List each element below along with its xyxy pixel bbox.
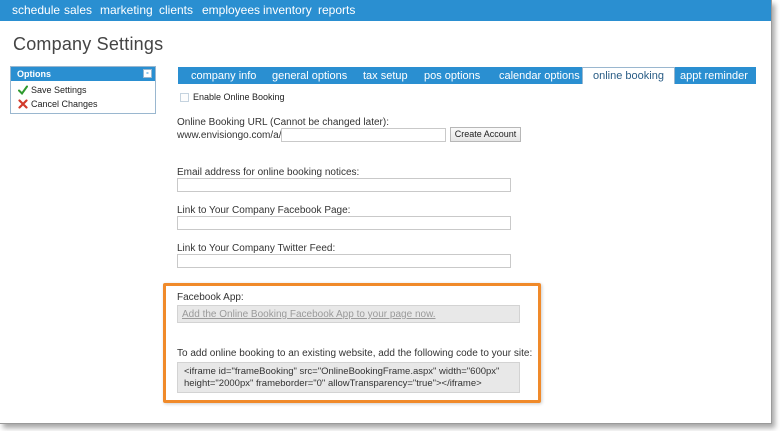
options-panel-header: Options - [11,67,155,81]
twitter-feed-label: Link to Your Company Twitter Feed: [177,243,336,254]
tab-pos-options[interactable]: pos options [424,67,480,84]
facebook-page-label: Link to Your Company Facebook Page: [177,205,351,216]
tab-company-info[interactable]: company info [191,67,256,84]
options-panel: Options - Save Settings Cancel Changes [10,66,156,114]
nav-marketing[interactable]: marketing [100,3,153,18]
cancel-changes-button[interactable]: Cancel Changes [18,99,98,109]
nav-clients[interactable]: clients [159,3,193,18]
nav-employees[interactable]: employees [202,3,260,18]
facebook-app-link-box: Add the Online Booking Facebook App to y… [177,305,520,323]
green-checkmark-icon [18,85,28,95]
cancel-changes-label: Cancel Changes [31,99,98,109]
email-input[interactable] [177,178,511,192]
enable-online-booking-label: Enable Online Booking [193,92,285,102]
options-panel-title: Options [17,69,51,79]
enable-online-booking-row: Enable Online Booking [180,92,285,102]
add-facebook-app-link[interactable]: Add the Online Booking Facebook App to y… [182,309,436,320]
embed-code-line-1: <iframe id="frameBooking" src="OnlineBoo… [184,366,500,377]
app-window: schedule sales marketing clients employe… [0,0,772,424]
facebook-app-label: Facebook App: [177,292,244,303]
twitter-feed-input[interactable] [177,254,511,268]
save-settings-label: Save Settings [31,85,87,95]
email-label: Email address for online booking notices… [177,167,360,178]
tab-general-options[interactable]: general options [272,67,347,84]
top-nav-bar: schedule sales marketing clients employe… [0,0,771,21]
booking-url-input[interactable] [281,128,446,142]
nav-schedule[interactable]: schedule [12,3,60,18]
embed-code-line-2: height="2000px" frameborder="0" allowTra… [184,378,482,389]
tab-appt-reminder[interactable]: appt reminder [680,67,748,84]
enable-online-booking-checkbox[interactable] [180,92,189,102]
booking-url-prefix: www.envisiongo.com/a/ [177,130,282,141]
tab-calendar-options[interactable]: calendar options [499,67,580,84]
tab-tax-setup[interactable]: tax setup [363,67,408,84]
settings-tab-bar: company info general options tax setup p… [178,67,756,84]
tab-online-booking[interactable]: online booking [582,67,675,84]
embed-code-box[interactable]: <iframe id="frameBooking" src="OnlineBoo… [177,362,520,393]
facebook-page-input[interactable] [177,216,511,230]
save-settings-button[interactable]: Save Settings [18,85,87,95]
page-title: Company Settings [13,34,164,54]
embed-code-label: To add online booking to an existing web… [177,348,533,359]
booking-url-label: Online Booking URL (Cannot be changed la… [177,117,389,128]
nav-inventory[interactable]: inventory [263,3,312,18]
create-account-button[interactable]: Create Account [450,127,521,142]
nav-reports[interactable]: reports [318,3,355,18]
nav-sales[interactable]: sales [64,3,92,18]
collapse-icon[interactable]: - [143,69,152,78]
red-x-icon [18,99,28,109]
